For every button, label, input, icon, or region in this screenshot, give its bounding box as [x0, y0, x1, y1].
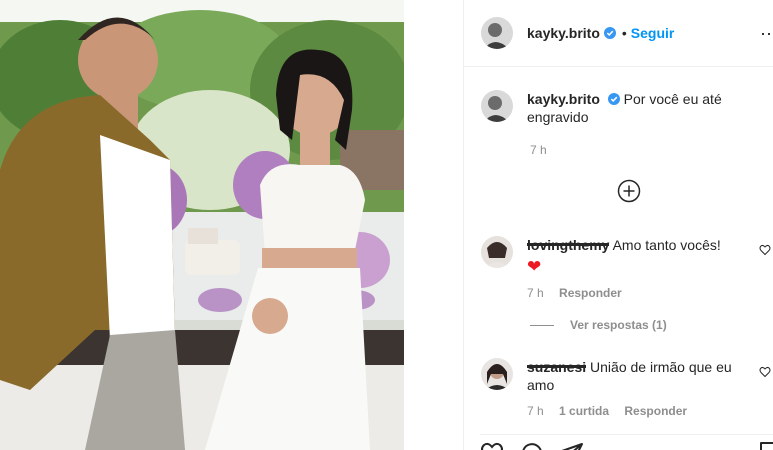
- replies-line: [530, 324, 554, 326]
- header-separator: •: [621, 25, 627, 41]
- post-caption: kayky.brito Por você eu até engravido: [481, 90, 761, 126]
- heart-icon[interactable]: [480, 441, 504, 450]
- comment-item: suzanesi União de irmão que eu amo 7 h 1…: [481, 358, 771, 418]
- heart-emoji: ❤: [527, 257, 542, 276]
- comment-avatar[interactable]: [481, 236, 513, 268]
- bookmark-icon[interactable]: [756, 441, 773, 450]
- verified-icon: [603, 27, 616, 39]
- heart-icon[interactable]: [759, 244, 771, 256]
- comment-time[interactable]: 7 h: [527, 286, 544, 300]
- caption-time[interactable]: 7 h: [530, 143, 547, 157]
- share-icon[interactable]: [560, 441, 584, 450]
- post-header: kayky.brito • Seguir ⋯: [464, 0, 773, 67]
- comment-body: lovingthemy Amo tanto vocês! ❤: [527, 236, 747, 276]
- post-photo[interactable]: [0, 0, 404, 450]
- action-bar: [480, 434, 773, 450]
- author-avatar[interactable]: [481, 17, 513, 49]
- verified-icon: [607, 93, 620, 105]
- reply-button[interactable]: Responder: [624, 404, 687, 418]
- plus-circle-icon[interactable]: [617, 179, 641, 203]
- author-username[interactable]: kayky.brito: [527, 25, 600, 41]
- caption-username[interactable]: kayky.brito: [527, 91, 600, 107]
- caption-avatar[interactable]: [481, 90, 513, 122]
- comment-meta: 7 h 1 curtida Responder: [527, 404, 771, 418]
- view-replies-label[interactable]: Ver respostas (1): [570, 318, 667, 332]
- comment-username[interactable]: suzanesi: [527, 358, 587, 376]
- likes-count[interactable]: 1 curtida: [559, 404, 609, 418]
- comment-meta: 7 h Responder: [527, 286, 771, 300]
- caption-text-block: kayky.brito Por você eu até engravido: [527, 90, 761, 126]
- comment-item: lovingthemy Amo tanto vocês! ❤ 7 h Respo…: [481, 236, 771, 300]
- comment-body: suzanesi União de irmão que eu amo: [527, 358, 747, 394]
- comment-icon[interactable]: [520, 441, 544, 450]
- view-replies[interactable]: Ver respostas (1): [530, 318, 667, 332]
- more-icon[interactable]: ⋯: [760, 24, 773, 45]
- comment-avatar[interactable]: [481, 358, 513, 390]
- follow-button[interactable]: Seguir: [631, 25, 675, 41]
- comment-time[interactable]: 7 h: [527, 404, 544, 418]
- heart-icon[interactable]: [759, 366, 771, 378]
- comment-username-redacted[interactable]: lovingthemy: [527, 236, 610, 254]
- post-sidebar: kayky.brito • Seguir ⋯ kayky.brito Por v…: [464, 0, 773, 450]
- comment-text: Amo tanto vocês!: [612, 237, 721, 253]
- reply-button[interactable]: Responder: [559, 286, 622, 300]
